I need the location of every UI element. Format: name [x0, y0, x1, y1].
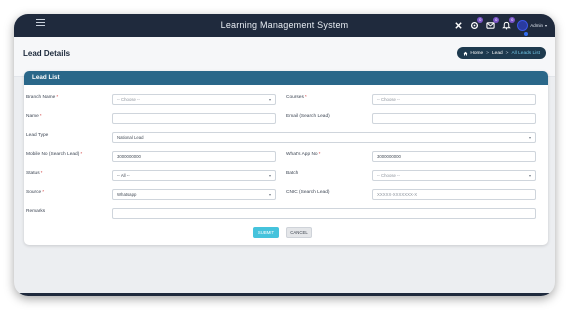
breadcrumb-home[interactable]: Home: [470, 51, 483, 56]
source-label: Source*: [26, 190, 45, 195]
settings-badge: 0: [477, 17, 484, 23]
submit-button[interactable]: SUBMIT: [253, 227, 279, 238]
status-label: Status*: [26, 171, 43, 176]
source-value: Whatsapp: [117, 192, 137, 197]
lead-type-label: Lead Type: [26, 133, 49, 138]
app-window: Learning Management System 0 0 0 Admin ▾…: [14, 14, 555, 296]
name-input[interactable]: [112, 113, 276, 124]
branch-name-label: Branch Name*: [26, 95, 59, 100]
user-menu[interactable]: Admin ▾: [517, 20, 547, 36]
footer-bar: [14, 293, 555, 296]
breadcrumb-current: All Leads List: [511, 50, 540, 56]
messages-badge: 0: [493, 17, 500, 23]
remarks-input[interactable]: [112, 208, 536, 219]
whatsapp-input[interactable]: 3000000000: [372, 151, 536, 162]
settings-icon[interactable]: 0: [470, 17, 484, 30]
breadcrumb-separator: >: [505, 50, 509, 56]
lead-type-select[interactable]: National Lead ▾: [112, 132, 536, 143]
chevron-down-icon: ▾: [528, 173, 531, 178]
courses-label: Courses*: [286, 95, 307, 100]
breadcrumb-lead[interactable]: Lead: [492, 51, 503, 56]
chevron-down-icon: ▾: [268, 192, 271, 197]
status-value: -- All --: [117, 173, 130, 178]
batch-value: -- Choose --: [377, 173, 400, 178]
branch-name-value: -- Choose --: [117, 97, 140, 102]
bell-icon[interactable]: 0: [502, 17, 516, 30]
close-x-icon[interactable]: [454, 21, 463, 30]
mobile-label: Mobile No (Search Lead)*: [26, 152, 83, 157]
messages-icon[interactable]: 0: [486, 17, 500, 30]
cancel-button[interactable]: CANCEL: [286, 227, 312, 238]
breadcrumb: Home > Lead > All Leads List: [457, 47, 546, 59]
courses-select[interactable]: -- Choose --: [372, 94, 536, 105]
breadcrumb-separator: >: [486, 50, 489, 56]
chevron-down-icon: ▾: [268, 173, 271, 178]
whatsapp-value: 3000000000: [377, 154, 401, 159]
page-title: Lead Details: [23, 49, 71, 58]
cnic-label: CNIC (Search Lead): [286, 190, 330, 195]
cnic-input[interactable]: XXXXX-XXXXXXX-X: [372, 189, 536, 200]
lead-type-value: National Lead: [117, 135, 144, 140]
whatsapp-label: What's App No*: [286, 152, 321, 157]
lead-list-card: Lead List Branch Name* -- Choose -- ▾ Co…: [24, 71, 548, 245]
batch-label: Batch: [286, 171, 299, 176]
home-icon: [463, 51, 468, 55]
mobile-input[interactable]: 3000000000: [112, 151, 276, 162]
top-icons: 0 0 0 Admin ▾: [447, 17, 547, 36]
remarks-label: Remarks: [26, 209, 46, 214]
status-select[interactable]: -- All -- ▾: [112, 170, 276, 181]
name-label: Name*: [26, 114, 42, 119]
courses-value: -- Choose --: [377, 97, 400, 102]
online-status-icon: [524, 32, 529, 36]
user-name: Admin: [530, 23, 543, 28]
chevron-down-icon: ▾: [528, 135, 531, 140]
lead-form: Branch Name* -- Choose -- ▾ Courses* -- …: [24, 85, 548, 245]
branch-name-select[interactable]: -- Choose -- ▾: [112, 94, 276, 105]
email-label: Email (Search Lead): [286, 114, 330, 119]
top-navbar: Learning Management System 0 0 0 Admin ▾: [14, 14, 555, 37]
chevron-down-icon: ▾: [268, 97, 271, 102]
chevron-down-icon: ▾: [544, 23, 547, 28]
card-title: Lead List: [24, 71, 548, 85]
bell-badge: 0: [509, 17, 516, 23]
avatar: [517, 20, 529, 36]
email-input[interactable]: [372, 113, 536, 124]
batch-select[interactable]: -- Choose -- ▾: [372, 170, 536, 181]
source-select[interactable]: Whatsapp ▾: [112, 189, 276, 200]
cnic-placeholder: XXXXX-XXXXXXX-X: [377, 192, 418, 197]
mobile-value: 3000000000: [117, 154, 141, 159]
